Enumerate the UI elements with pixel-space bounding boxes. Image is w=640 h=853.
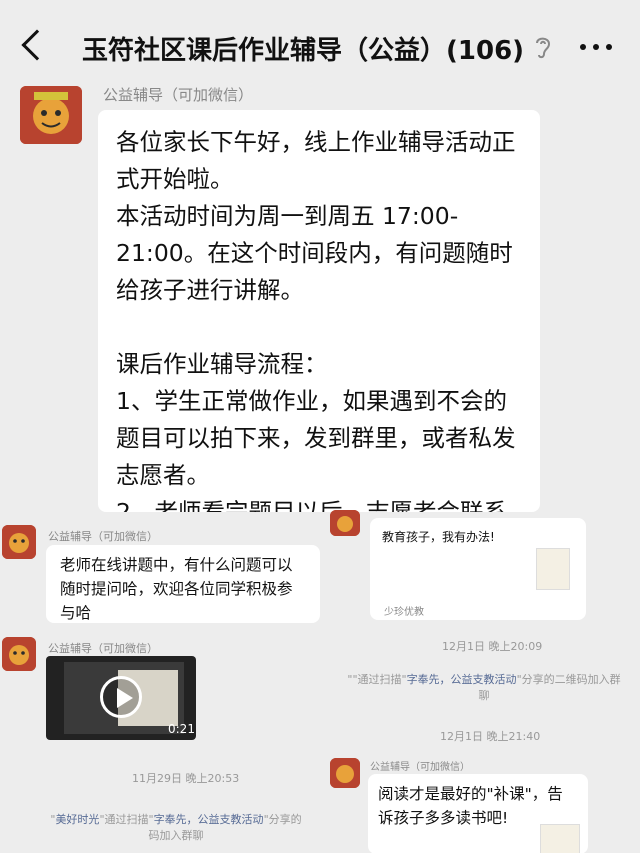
sender-name: 公益辅导（可加微信） xyxy=(370,762,470,773)
ear-icon[interactable] xyxy=(534,34,552,60)
card-source: 少珍优教 xyxy=(384,607,424,618)
message-text: 老师在线讲题中，有什么问题可以随时提问哈，欢迎各位同学积极参与哈 xyxy=(60,556,293,622)
chat-header: 玉符社区课后作业辅导（公益）(106) xyxy=(0,0,640,92)
message-text: 各位家长下午好，线上作业辅导活动正式开始啦。 本活动时间为周一到周五 17:00… xyxy=(116,128,516,512)
sender-name: 公益辅导（可加微信） xyxy=(48,642,158,655)
avatar[interactable] xyxy=(2,525,36,559)
video-duration: 0:21 xyxy=(168,722,195,736)
system-message: "美好时光"通过扫描"字奉先，公益支教活动"分享的 码加入群聊 xyxy=(50,813,302,842)
card-title: 教育孩子，我有办法! xyxy=(382,530,495,544)
timestamp: 11月29日 晚上20:53 xyxy=(132,772,240,785)
card-thumbnail xyxy=(536,548,570,590)
sender-name: 公益辅导（可加微信） xyxy=(103,86,254,104)
more-icon[interactable] xyxy=(580,44,612,50)
avatar[interactable] xyxy=(2,637,36,671)
play-icon[interactable] xyxy=(100,676,142,718)
timestamp: 12月1日 晚上20:09 xyxy=(442,640,543,653)
member-link[interactable]: 美好时光 xyxy=(55,813,99,826)
link-card[interactable]: 教育孩子，我有办法! 少珍优教 xyxy=(370,518,586,620)
chat-title: 玉符社区课后作业辅导（公益）(106) xyxy=(82,36,525,66)
message-bubble[interactable]: 老师在线讲题中，有什么问题可以随时提问哈，欢迎各位同学积极参与哈 xyxy=(46,545,320,623)
message-text: 阅读才是最好的"补课"，告诉孩子多多读书吧! xyxy=(378,785,563,827)
sender-name: 公益辅导（可加微信） xyxy=(48,530,158,543)
avatar[interactable] xyxy=(20,86,82,144)
message-thumbnail xyxy=(540,824,580,853)
message-bubble[interactable]: 阅读才是最好的"补课"，告诉孩子多多读书吧! xyxy=(368,774,588,853)
avatar[interactable] xyxy=(330,758,360,788)
system-message: ""通过扫描"字奉先，公益支教活动"分享的二维码加入群 聊 xyxy=(347,673,621,702)
inviter-link[interactable]: 字奉先，公益支教活动 xyxy=(154,813,264,826)
back-icon[interactable] xyxy=(21,29,53,61)
timestamp: 12月1日 晚上21:40 xyxy=(440,730,541,743)
inviter-link[interactable]: 字奉先，公益支教活动 xyxy=(407,673,517,686)
avatar[interactable] xyxy=(330,510,360,536)
message-bubble[interactable]: 各位家长下午好，线上作业辅导活动正式开始啦。 本活动时间为周一到周五 17:00… xyxy=(98,110,540,512)
